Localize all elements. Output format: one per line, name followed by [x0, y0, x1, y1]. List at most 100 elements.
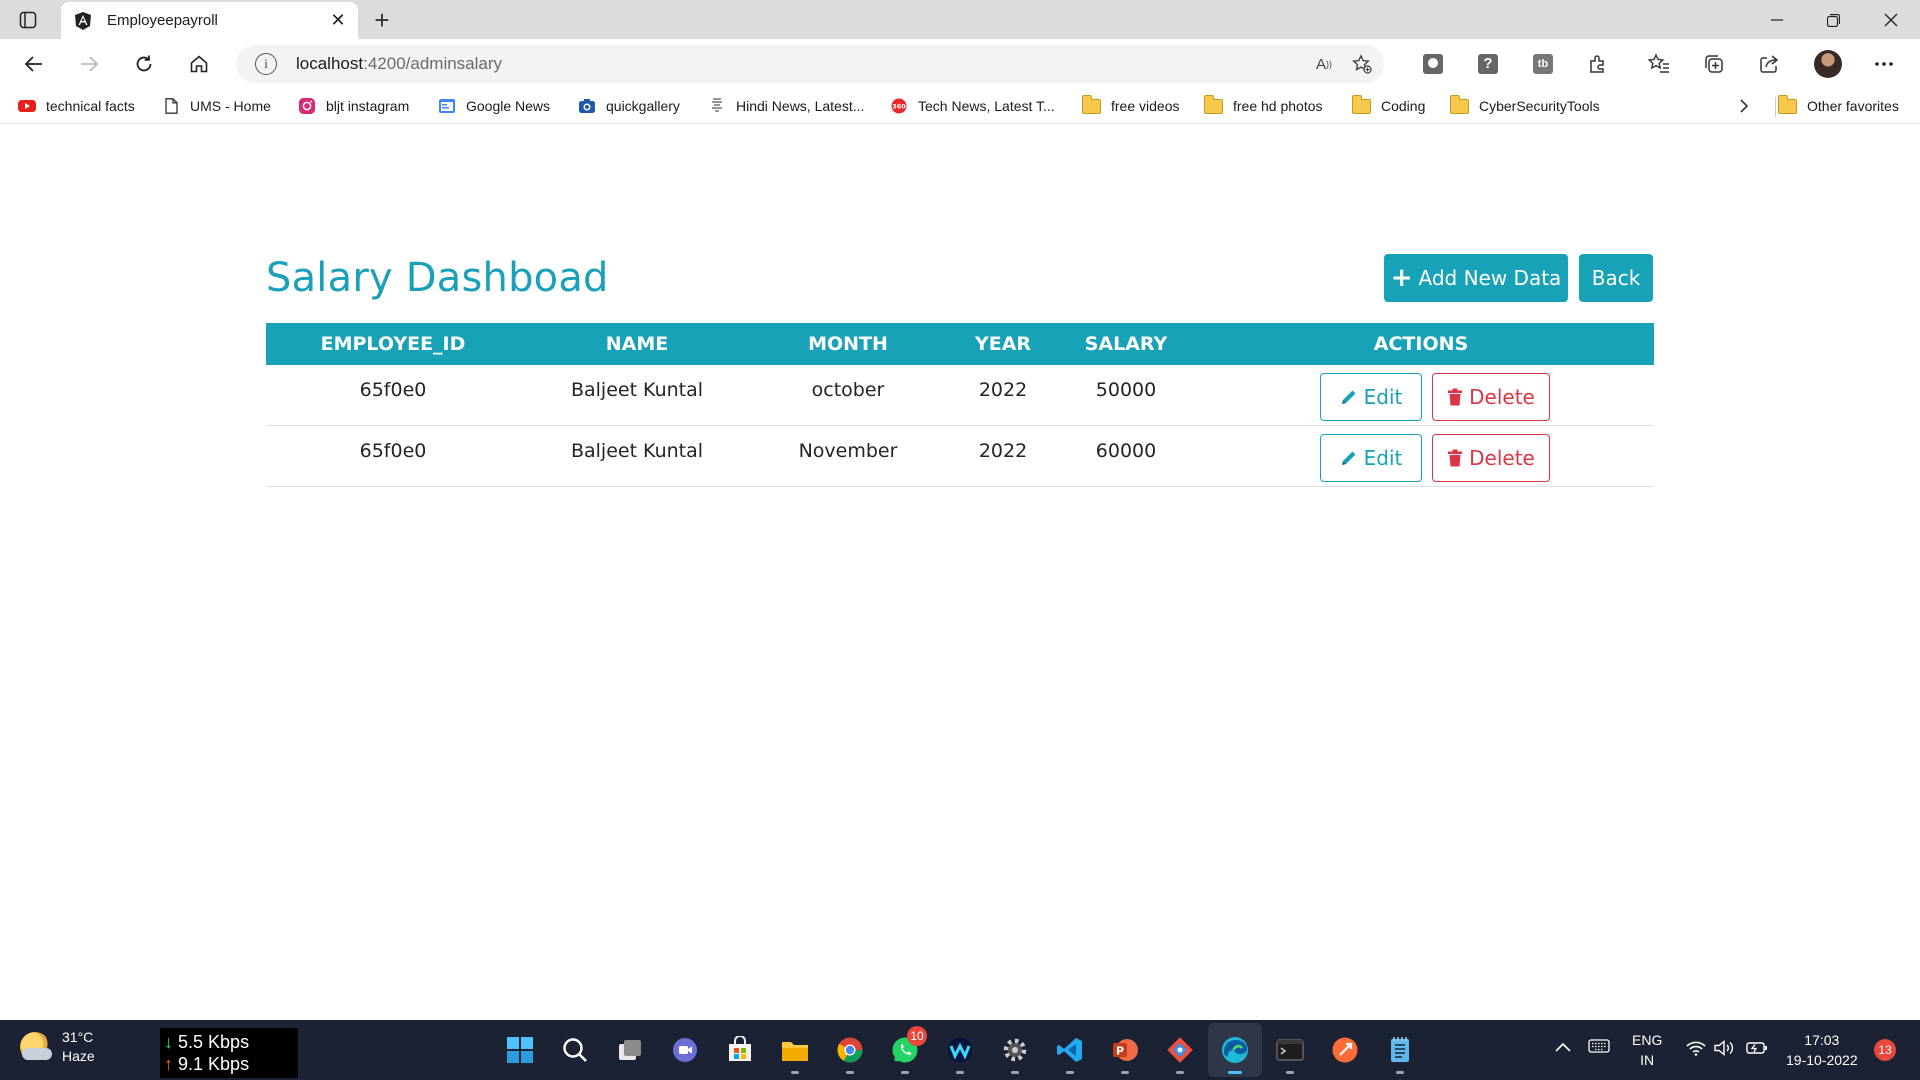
read-aloud-icon[interactable]: A)) [1312, 52, 1336, 76]
delete-button[interactable]: Delete [1432, 434, 1550, 482]
favorite-bljt-instagram[interactable]: bljt instagram [298, 95, 409, 117]
keyboard-icon[interactable] [1588, 1038, 1610, 1058]
tab-title: Employeepayroll [107, 12, 218, 29]
add-new-data-button[interactable]: + Add New Data [1384, 254, 1568, 302]
edge-browser-icon[interactable] [1219, 1034, 1251, 1074]
close-window-icon[interactable] [1868, 4, 1914, 36]
clock-date: 19-10-2022 [1786, 1052, 1858, 1068]
url-host: localhost [296, 54, 364, 73]
google-news-icon [439, 99, 455, 113]
cell-employee-id: 65f0e0 [359, 440, 427, 462]
favorites-bar: technical facts UMS - Home bljt instagra… [0, 89, 1920, 124]
terminal-icon[interactable] [1274, 1034, 1306, 1074]
file-explorer-icon[interactable] [779, 1034, 811, 1074]
collections-icon[interactable] [1701, 51, 1727, 77]
notification-badge[interactable]: 13 [1874, 1039, 1896, 1061]
restore-icon[interactable] [1810, 4, 1856, 36]
webex-icon[interactable] [944, 1034, 976, 1074]
postman-icon[interactable] [1329, 1034, 1361, 1066]
folder-icon [1777, 94, 1797, 114]
chrome-icon[interactable] [834, 1034, 866, 1074]
edit-button[interactable]: Edit [1320, 434, 1422, 482]
table-row: 65f0e0 Baljeet Kuntal october 2022 50000… [266, 365, 1654, 426]
browser-tab-active[interactable]: Employeepayroll ✕ [61, 2, 358, 39]
weather-widget[interactable]: 31°C Haze [20, 1028, 95, 1066]
new-tab-button[interactable]: + [368, 5, 396, 35]
running-indicator [846, 1071, 854, 1074]
page-title: Salary Dashboad [266, 255, 609, 301]
share-icon[interactable] [1756, 51, 1782, 77]
settings-gear-icon[interactable] [999, 1034, 1031, 1074]
extensions-puzzle-icon[interactable] [1585, 51, 1611, 77]
add-favorite-icon[interactable] [1350, 52, 1374, 76]
language-indicator[interactable]: ENG IN [1632, 1030, 1662, 1070]
cell-month: october [811, 379, 885, 401]
powerpoint-icon[interactable]: P [1109, 1034, 1141, 1074]
wifi-icon[interactable] [1686, 1040, 1706, 1061]
cell-employee-id: 65f0e0 [359, 379, 427, 401]
favorite-coding[interactable]: Coding [1351, 94, 1425, 117]
page-icon [165, 98, 178, 114]
show-hidden-icons-chevron-icon[interactable] [1554, 1038, 1572, 1058]
delete-button[interactable]: Delete [1432, 373, 1550, 421]
cell-year: 2022 [978, 379, 1028, 401]
microsoft-store-icon[interactable] [724, 1034, 756, 1066]
close-tab-icon[interactable]: ✕ [326, 9, 350, 33]
svg-text:P: P [1116, 1045, 1124, 1058]
back-button[interactable]: Back [1579, 254, 1653, 302]
task-view-icon[interactable] [614, 1034, 646, 1066]
favorites-overflow-chevron-icon[interactable] [1738, 95, 1750, 117]
vscode-icon[interactable] [1054, 1034, 1086, 1074]
clock[interactable]: 17:03 19-10-2022 [1786, 1030, 1858, 1070]
whatsapp-icon[interactable]: 10 [889, 1026, 927, 1074]
windows-start-icon[interactable] [504, 1034, 536, 1066]
favorite-cybersecuritytools[interactable]: CyberSecurityTools [1449, 94, 1600, 117]
volume-icon[interactable] [1714, 1040, 1736, 1061]
running-indicator [1396, 1071, 1404, 1074]
favorite-google-news[interactable]: Google News [438, 95, 550, 117]
notepad-icon[interactable] [1384, 1034, 1416, 1074]
refresh-icon[interactable] [128, 48, 160, 80]
favorite-hindi-news[interactable]: Hindi News, Latest... [708, 95, 864, 117]
battery-icon[interactable] [1746, 1040, 1768, 1060]
tab-actions-icon[interactable] [16, 8, 40, 32]
angular-icon [75, 11, 91, 30]
favorites-icon[interactable] [1646, 51, 1672, 77]
minimize-icon[interactable] [1754, 4, 1800, 36]
running-indicator [1121, 1071, 1129, 1074]
favorite-quickgallery[interactable]: quickgallery [578, 95, 680, 117]
camera-icon [579, 99, 595, 113]
running-indicator [1176, 1071, 1184, 1074]
running-indicator [1011, 1071, 1019, 1074]
site-info-icon[interactable]: i [255, 53, 277, 75]
extension-1-icon[interactable] [1420, 51, 1446, 77]
forward-arrow-icon[interactable] [73, 48, 105, 80]
favorite-free-videos[interactable]: free videos [1081, 94, 1179, 117]
more-menu-icon[interactable] [1871, 51, 1897, 77]
favorite-technical-facts[interactable]: technical facts [18, 95, 135, 117]
address-bar[interactable]: i localhost:4200/adminsalary A)) [236, 45, 1384, 83]
back-arrow-icon[interactable] [18, 48, 50, 80]
extension-help-icon[interactable]: ? [1475, 51, 1501, 77]
favorite-tech-news[interactable]: 360 Tech News, Latest T... [890, 95, 1055, 117]
extension-tb-icon[interactable]: tb [1530, 51, 1556, 77]
page-content: Salary Dashboad + Add New Data Back EMPL… [0, 125, 1920, 1020]
pencil-icon [1341, 390, 1356, 404]
upload-speed: 9.1 Kbps [178, 1054, 250, 1074]
language-code: ENG [1632, 1032, 1663, 1048]
whatsapp-badge: 10 [907, 1026, 927, 1046]
search-icon[interactable] [559, 1034, 591, 1066]
profile-avatar[interactable] [1814, 50, 1842, 78]
cell-salary: 50000 [1095, 379, 1157, 401]
favorite-ums-home[interactable]: UMS - Home [162, 95, 271, 117]
cell-name: Baljeet Kuntal [570, 440, 704, 462]
salary-table: EMPLOYEE_ID NAME MONTH YEAR SALARY ACTIO… [266, 323, 1654, 487]
git-gui-icon[interactable] [1164, 1034, 1196, 1074]
column-header-year: YEAR [974, 333, 1032, 355]
favorite-other-favorites[interactable]: Other favorites [1777, 94, 1899, 117]
home-icon[interactable] [183, 48, 215, 80]
cell-name: Baljeet Kuntal [570, 379, 704, 401]
edit-button[interactable]: Edit [1320, 373, 1422, 421]
favorite-free-hd-photos[interactable]: free hd photos [1203, 94, 1323, 117]
teams-chat-icon[interactable] [669, 1034, 701, 1066]
